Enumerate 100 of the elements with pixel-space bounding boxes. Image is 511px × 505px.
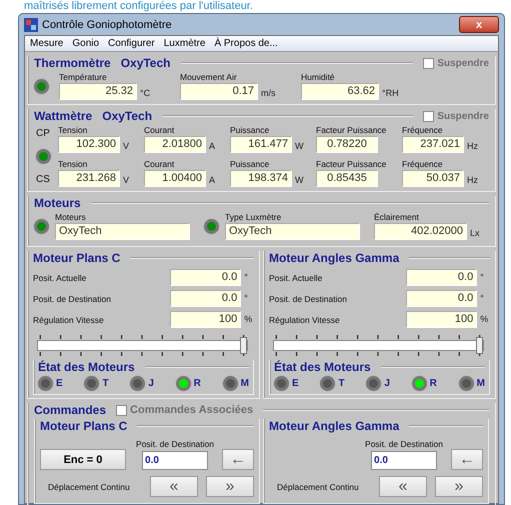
status-title: État des Moteurs	[38, 360, 135, 374]
led-label: J	[148, 378, 154, 389]
led-label: M	[476, 378, 485, 389]
value-field: 0.17	[180, 83, 258, 100]
destination-input[interactable]: 0.0	[371, 451, 438, 470]
value-field: OxyTech	[225, 223, 360, 240]
unit-label: Hz	[467, 175, 478, 185]
brand-label: OxyTech	[120, 56, 170, 70]
menu-item[interactable]: Luxmètre	[164, 38, 206, 49]
value-field: 63.62	[301, 83, 379, 100]
value-field: OxyTech	[55, 223, 190, 240]
value-field: 0.78220	[316, 136, 378, 153]
panel-title: Moteur Angles Gamma	[269, 252, 400, 264]
panel-title: Moteur Plans C	[33, 252, 120, 264]
led-label: J	[384, 378, 390, 389]
unit-label: Hz	[467, 141, 478, 151]
window-title: Contrôle Goniophotomètre	[42, 18, 173, 30]
menu-item[interactable]: Mesure	[30, 38, 64, 49]
field-label: Déplacement Continu	[48, 482, 130, 492]
value-field: 2.01800	[144, 136, 206, 153]
field-label: Posit. Actuelle	[33, 272, 88, 282]
field-label: Fréquence	[402, 125, 444, 135]
unit-label: °	[244, 292, 249, 302]
group-title: Thermomètre	[34, 56, 111, 70]
value-field: 100	[170, 311, 242, 328]
checkbox-label: Suspendre	[437, 110, 489, 122]
move-forward-button[interactable]: »	[206, 476, 254, 497]
unit-label: %	[480, 314, 490, 324]
value-field: 161.477	[230, 136, 292, 153]
app-icon	[24, 18, 38, 32]
field-label: Type Luxmètre	[225, 212, 282, 222]
speed-slider[interactable]	[273, 340, 484, 351]
value-field: 100	[406, 311, 478, 328]
led-label: E	[292, 378, 299, 389]
brand-label: OxyTech	[102, 110, 152, 122]
destination-input[interactable]: 0.0	[142, 451, 208, 470]
value-field: 0.0	[406, 269, 478, 286]
field-label: Température	[59, 72, 108, 82]
field-label: Courant	[144, 159, 176, 169]
unit-label: °RH	[382, 88, 400, 98]
checkbox-label: Suspendre	[437, 58, 489, 68]
unit-label: %	[244, 314, 254, 324]
phase-label: CS	[36, 174, 50, 184]
value-field: 237.021	[402, 136, 464, 153]
panel-title: Moteur Angles Gamma	[269, 420, 400, 432]
unit-label: V	[123, 141, 130, 151]
led-label: M	[240, 378, 249, 389]
field-label: Éclairement	[374, 212, 420, 222]
phase-label: CP	[36, 128, 50, 138]
unit-label: °	[480, 292, 485, 302]
unit-label: °	[244, 272, 249, 282]
field-label: Puissance	[230, 159, 270, 169]
value-field: 0.0	[170, 290, 242, 307]
unit-label: W	[295, 175, 304, 185]
unit-label: W	[295, 141, 304, 151]
move-forward-button[interactable]: »	[435, 476, 483, 497]
menu-item[interactable]: À Propos de...	[214, 38, 278, 49]
unit-label: V	[123, 175, 130, 185]
field-label: Posit. de Destination	[136, 439, 214, 449]
led-label: R	[430, 378, 437, 389]
group-title: Wattmètre	[34, 110, 92, 122]
led-label: T	[338, 378, 345, 389]
field-label: Régulation Vitesse	[33, 314, 105, 324]
value-field: 0.0	[406, 290, 478, 307]
group-title: Commandes	[34, 404, 106, 416]
field-label: Moteurs	[55, 212, 87, 222]
field-label: Mouvement Air	[180, 72, 238, 82]
group-title: Moteurs	[34, 196, 81, 210]
unit-label: °C	[140, 88, 152, 98]
close-button[interactable]: x	[459, 16, 499, 33]
menu-item[interactable]: Configurer	[108, 38, 155, 49]
go-button[interactable]: ←	[451, 449, 483, 470]
unit-label: A	[209, 175, 216, 185]
value-field: 1.00400	[144, 170, 206, 187]
field-label: Puissance	[230, 125, 270, 135]
field-label: Tension	[58, 125, 88, 135]
reset-button[interactable]: Enc = 0	[40, 449, 126, 470]
field-label: Posit. de Destination	[269, 294, 348, 304]
value-field: 25.32	[59, 83, 137, 100]
move-back-button[interactable]: «	[379, 476, 427, 497]
field-label: Courant	[144, 125, 176, 135]
field-label: Déplacement Continu	[277, 482, 359, 492]
value-field: 0.85435	[316, 170, 378, 187]
field-label: Posit. Actuelle	[269, 272, 324, 282]
speed-slider[interactable]	[37, 340, 248, 351]
slider-thumb[interactable]	[240, 337, 247, 354]
unit-label: m/s	[261, 88, 276, 98]
unit-label: A	[209, 141, 216, 151]
menu-item[interactable]: Gonio	[72, 38, 100, 49]
field-label: Posit. de Destination	[365, 439, 443, 449]
unit-label: Lx	[470, 228, 480, 238]
move-back-button[interactable]: «	[150, 476, 198, 497]
go-button[interactable]: ←	[222, 449, 254, 470]
led-label: T	[102, 378, 109, 389]
value-field: 102.300	[58, 136, 120, 153]
value-field: 231.268	[58, 170, 120, 187]
field-label: Posit. de Destination	[33, 294, 112, 304]
value-field: 402.02000	[374, 223, 467, 240]
slider-thumb[interactable]	[476, 337, 483, 354]
unit-label: °	[480, 272, 485, 282]
